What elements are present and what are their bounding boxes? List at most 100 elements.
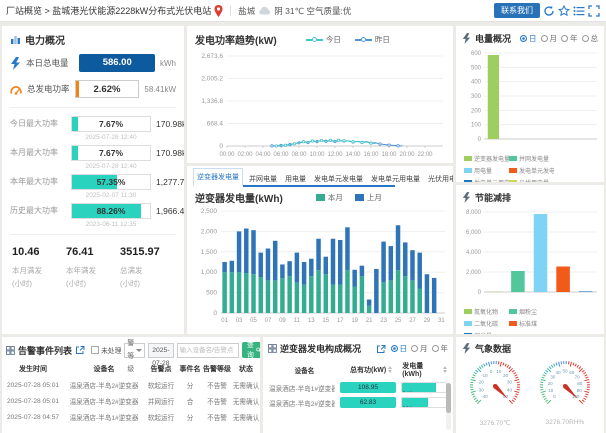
gen-power-label: 总发电功率 [27,83,70,95]
alarm-cell: 温泉酒店-半岛1#逆变器 [64,409,144,425]
svg-text:-30: -30 [477,387,484,392]
alarm-row[interactable]: 2025-07-28 04:57温泉酒店-半岛1#逆变器软起运行分不告警无需确认 [2,409,260,425]
svg-text:10: 10 [548,388,554,393]
energy-tab-bar: 逆变器发电量并网电量用电量发电单元发电量发电单元用电量光伏用电量月年 [187,166,453,187]
radio-label: 年 [570,33,578,44]
alarm-cell: 温泉酒店-半岛2#逆变器 [64,393,144,409]
svg-text:2,005.2: 2,005.2 [201,76,223,83]
device-name: 温泉酒店-半岛2#逆变器 [269,398,335,408]
svg-text:500: 500 [471,65,482,71]
unprocessed-filter[interactable]: 未处理 [91,345,121,355]
date-picker[interactable]: 2025-07-28 [148,343,173,358]
legend-swatch [316,194,325,201]
svg-text:300: 300 [471,94,482,100]
radio-label: 月 [550,33,558,44]
alarm-cell: 不告警 [202,393,232,409]
svg-text:-20: -20 [477,380,484,385]
energy-legend: 逆变器发电量并网发电量用电量发电单元发电量发电单元用电量光伏用电量 [456,152,604,182]
inverter-period-日[interactable]: 日 [391,343,408,354]
energy-period-月[interactable]: 月 [541,33,558,44]
energy-period-年[interactable]: 年 [561,33,578,44]
alarm-cell: 2025-07-28 05:01 [2,377,64,393]
legend-label: 发电单元用电量 [474,178,509,182]
svg-text:03: 03 [236,318,243,324]
energy-bar: 341 [401,382,447,393]
scrollbar-thumb[interactable] [446,383,451,413]
svg-text:23: 23 [380,318,387,324]
alarm-column-header: 告警等级 [202,361,232,377]
svg-text:2,500: 2,500 [201,208,218,215]
fullscreen-icon[interactable] [588,5,600,17]
export-icon[interactable] [376,344,386,354]
alarm-row[interactable]: 2025-07-28 05:01温泉酒店-半岛2#逆变器软起运行分不告警无需确认 [2,377,260,393]
svg-text:400: 400 [471,80,482,86]
sort-icon[interactable] [443,366,447,373]
stat-value: 3515.97 [120,246,174,258]
alarm-cell: 2025-07-28 05:01 [2,393,64,409]
legend-label: 上月 [367,192,382,203]
energy-tabs-panel: 逆变器发电量并网电量用电量发电单元发电量发电单元用电量光伏用电量月年 逆变器发电… [187,166,453,334]
lightning-icon [462,192,471,203]
search-input[interactable] [177,343,239,358]
svg-text:08:00: 08:00 [291,152,307,158]
energy-period-总[interactable]: 总 [582,33,599,44]
max-power-row: 本年最大功率57.35%1,277.78kW2025-02-07 11:30 [2,171,184,200]
inverter-period-年[interactable]: 年 [432,343,449,354]
grid-icon [6,346,15,355]
svg-text:0: 0 [213,310,217,317]
pv-dashboard: 厂站概览 > 盐城港光伏能源2228kW分布式光伏电站 盐城 阴 31℃ 空气质… [0,0,606,433]
legend-item-今日[interactable]: 今日 [306,34,341,45]
alarm-list-panel: 告警事件列表 未处理 告警等级 2025-07-28 查询 发生时间设备名告警点… [2,337,260,433]
star-icon[interactable] [558,5,570,17]
list-icon[interactable] [573,5,585,17]
energy-period-日[interactable]: 日 [520,33,537,44]
legend-item-上月[interactable]: 上月 [355,192,382,203]
checkbox-icon[interactable] [91,346,99,354]
legend-item: 烟尘量 [464,331,509,334]
column-active-power[interactable]: 总有功(kW) [345,365,397,375]
svg-text:-40: -40 [481,394,488,399]
progress-percent: 57.35% [72,175,150,189]
svg-text:31: 31 [438,318,445,324]
svg-text:0: 0 [219,143,223,150]
temperature-value: 3276.70℃ [462,419,528,427]
svg-text:17: 17 [337,318,344,324]
energy-value: 341 [402,391,413,393]
tab-光伏用电量[interactable]: 光伏用电量 [426,171,453,187]
svg-text:20: 20 [548,381,554,386]
legend-item: 发电单元用电量 [464,178,509,182]
legend-label: 烟尘量 [474,331,492,334]
alarm-cell: 不告警 [202,409,232,425]
contact-button[interactable]: 联系我们 [494,3,540,18]
alarm-cell: 2025-07-28 04:57 [2,409,64,425]
radio-icon [432,345,439,352]
inverter-period-月[interactable]: 月 [411,343,428,354]
legend-item-昨日[interactable]: 昨日 [355,34,390,45]
svg-text:00:00: 00:00 [219,152,235,158]
breadcrumb[interactable]: 厂站概览 > 盐城港光伏能源2228kW分布式光伏电站 [6,4,211,17]
inverter-row[interactable]: 温泉酒店-半岛1#逆变器108.95341 [263,378,453,393]
svg-text:13: 13 [308,318,315,324]
legend-label: 用电量 [474,166,492,175]
divider [10,107,176,108]
column-energy[interactable]: 发电量(kWh) [402,361,447,378]
max-power-value: 1,277.78kW [156,177,184,187]
legend-label: 光伏用电量 [519,178,549,182]
svg-text:20:00: 20:00 [399,152,415,158]
legend-item-本月[interactable]: 本月 [316,192,343,203]
cloud-icon [258,6,271,15]
alarm-row[interactable]: 2025-07-28 05:01温泉酒店-半岛2#逆变器并网运行合不告警无需确认 [2,393,260,409]
alarm-level-select[interactable]: 告警等级 [124,343,145,358]
tab-逆变器发电量[interactable]: 逆变器发电量 [193,168,243,187]
svg-text:04:00: 04:00 [255,152,271,158]
inverter-period-radios: 日月年 [391,343,449,354]
panel-title: 节能减排 [475,191,511,204]
sort-icon[interactable] [388,366,392,373]
export-icon[interactable] [75,345,85,355]
search-button[interactable]: 查询 [242,342,260,358]
refresh-icon[interactable] [543,5,555,17]
alarm-cell: 温泉酒店-半岛2#逆变器 [64,377,144,393]
stat-value: 76.41 [66,246,120,258]
scrollbar[interactable] [446,383,451,430]
inverter-row[interactable]: 温泉酒店-半岛2#逆变器62.83201 [263,393,453,408]
